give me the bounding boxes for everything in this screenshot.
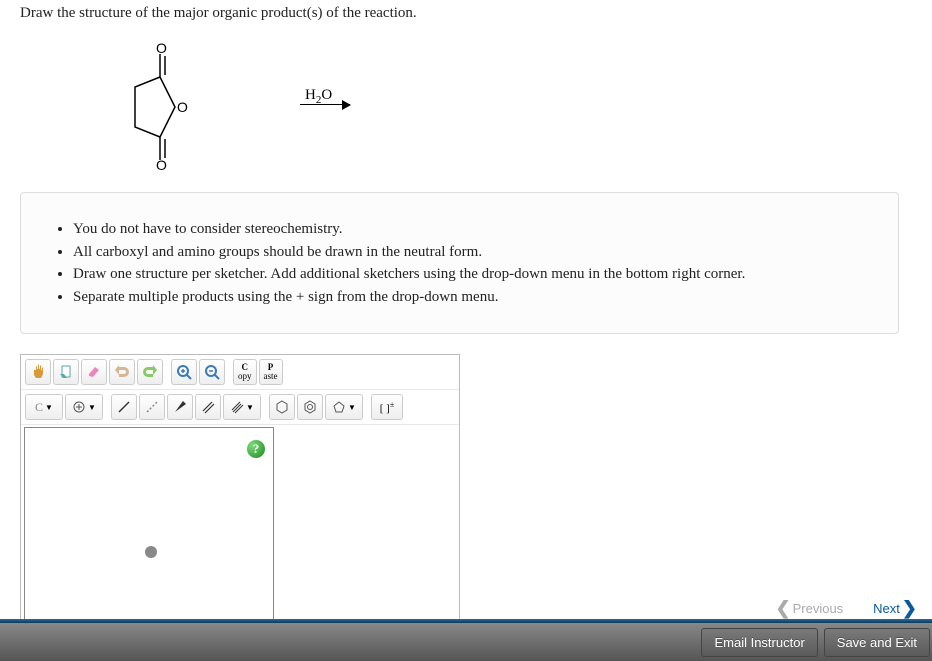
help-icon[interactable]: ? — [247, 440, 265, 458]
zoom-in-icon[interactable] — [171, 359, 197, 385]
reaction-arrow — [300, 104, 350, 105]
triple-bond-picker[interactable]: ▼ — [223, 394, 261, 420]
clear-tool-icon[interactable] — [53, 359, 79, 385]
molecule-sketcher: Copy Paste C▼ ▼ — [20, 354, 460, 620]
paste-button[interactable]: Paste — [259, 359, 283, 385]
canvas-area: ? — [21, 425, 459, 620]
pentagon-ring-picker[interactable]: ▼ — [325, 394, 363, 420]
canvas-placeholder-atom[interactable] — [145, 546, 157, 558]
instructions-box: You do not have to consider stereochemis… — [20, 192, 899, 334]
element-picker[interactable]: C▼ — [25, 394, 63, 420]
eraser-tool-icon[interactable] — [81, 359, 107, 385]
charge-picker[interactable]: ▼ — [65, 394, 103, 420]
undo-icon[interactable] — [109, 359, 135, 385]
chevron-right-icon: ❯ — [902, 598, 917, 619]
instruction-item: You do not have to consider stereochemis… — [73, 218, 868, 241]
svg-text:O: O — [156, 157, 167, 172]
previous-link[interactable]: ❮ Previous — [776, 598, 844, 619]
benzene-ring-icon[interactable] — [297, 394, 323, 420]
footer-bar: Email Instructor Save and Exit — [0, 623, 932, 661]
hexagon-ring-icon[interactable] — [269, 394, 295, 420]
double-bond-icon[interactable] — [195, 394, 221, 420]
reaction-scheme: O O O H2O — [120, 42, 899, 172]
single-bond-icon[interactable] — [111, 394, 137, 420]
dotted-bond-icon[interactable] — [139, 394, 165, 420]
sketcher-toolbar-2: C▼ ▼ ▼ — [21, 390, 459, 425]
email-instructor-button[interactable]: Email Instructor — [701, 628, 817, 657]
copy-button[interactable]: Copy — [233, 359, 257, 385]
svg-text:O: O — [177, 99, 188, 115]
sketcher-toolbar-1: Copy Paste — [21, 355, 459, 390]
wedge-bond-icon[interactable] — [167, 394, 193, 420]
instruction-item: Draw one structure per sketcher. Add add… — [73, 263, 868, 286]
svg-text:O: O — [156, 42, 167, 56]
hand-tool-icon[interactable] — [25, 359, 51, 385]
reactant-structure: O O O — [120, 42, 190, 172]
instruction-item: All carboxyl and amino groups should be … — [73, 241, 868, 264]
bracket-tool[interactable]: [ ]± — [371, 394, 403, 420]
instruction-item: Separate multiple products using the + s… — [73, 286, 868, 309]
drawing-canvas[interactable]: ? — [24, 427, 274, 620]
zoom-out-icon[interactable] — [199, 359, 225, 385]
nav-bar: ❮ Previous Next ❯ — [776, 598, 918, 619]
chevron-left-icon: ❮ — [776, 598, 791, 619]
next-link[interactable]: Next ❯ — [873, 598, 917, 619]
content-area[interactable]: Draw the structure of the major organic … — [0, 0, 919, 620]
redo-icon[interactable] — [137, 359, 163, 385]
question-text: Draw the structure of the major organic … — [20, 5, 899, 22]
save-exit-button[interactable]: Save and Exit — [824, 628, 930, 657]
